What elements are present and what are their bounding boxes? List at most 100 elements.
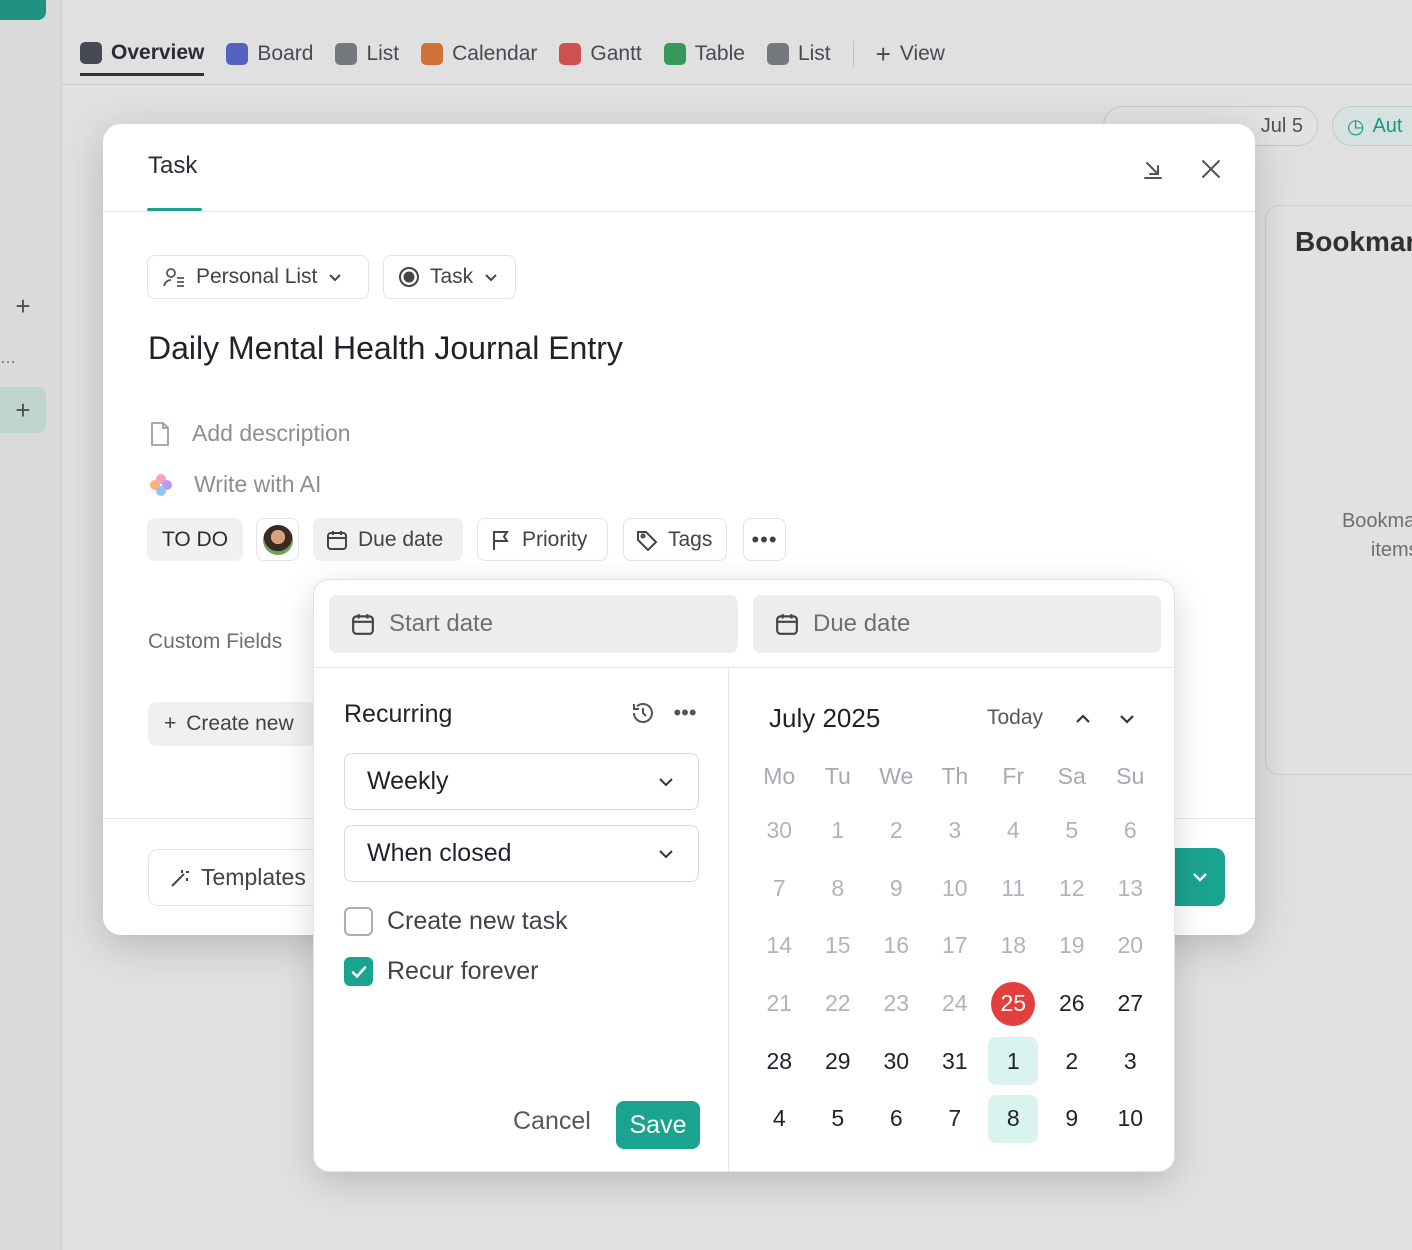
list-selector-label: Personal List (196, 265, 318, 288)
day-number: 3 (948, 817, 962, 844)
calendar-day[interactable]: 7 (926, 1090, 985, 1148)
status-button[interactable]: TO DO (147, 518, 243, 561)
day-number: 19 (1058, 932, 1085, 959)
calendar-day[interactable]: 14 (750, 917, 809, 975)
calendar-day-today[interactable]: 25 (984, 975, 1043, 1033)
calendar-day[interactable]: 9 (867, 860, 926, 918)
weekday-label: We (879, 762, 914, 789)
day-number: 8 (988, 1094, 1039, 1143)
calendar-day[interactable]: 6 (867, 1090, 926, 1148)
day-number: 16 (883, 932, 910, 959)
day-number: 14 (766, 932, 793, 959)
history-icon[interactable] (628, 698, 658, 728)
today-button[interactable]: Today (987, 706, 1043, 730)
calendar-day[interactable]: 2 (867, 802, 926, 860)
calendar-day[interactable]: 28 (750, 1032, 809, 1090)
people-list-icon (163, 268, 184, 287)
calendar-day[interactable]: 8 (984, 1090, 1043, 1148)
modal-header: Task (103, 124, 1255, 212)
day-number: 2 (1065, 1047, 1079, 1074)
calendar-day[interactable]: 11 (984, 860, 1043, 918)
list-selector[interactable]: Personal List (147, 255, 369, 299)
day-number: 13 (1117, 874, 1144, 901)
calendar-day[interactable]: 29 (809, 1032, 868, 1090)
date-picker-popover: Start date Due date Recurring ••• Weekly… (313, 579, 1175, 1172)
calendar-day[interactable]: 24 (926, 975, 985, 1033)
close-icon[interactable] (1196, 154, 1226, 184)
calendar-day[interactable]: 5 (1043, 802, 1102, 860)
calendar-day[interactable]: 27 (1101, 975, 1160, 1033)
day-number: 23 (883, 990, 910, 1017)
calendar-day[interactable]: 10 (1101, 1090, 1160, 1148)
calendar-day[interactable]: 3 (1101, 1032, 1160, 1090)
calendar-day[interactable]: 15 (809, 917, 868, 975)
calendar-day[interactable]: 20 (1101, 917, 1160, 975)
create-task-dropdown-button[interactable] (1174, 848, 1225, 906)
calendar-day[interactable]: 4 (984, 802, 1043, 860)
save-button[interactable]: Save (616, 1101, 700, 1149)
assignee-button[interactable] (256, 518, 299, 561)
add-description-row[interactable]: Add description (148, 420, 351, 447)
calendar-day[interactable]: 8 (809, 860, 868, 918)
day-number: 20 (1117, 932, 1144, 959)
recur-forever-checkbox[interactable] (344, 957, 373, 986)
more-options-button[interactable]: ••• (743, 518, 786, 561)
cancel-button[interactable]: Cancel (513, 1107, 591, 1136)
due-date-field[interactable]: Due date (753, 595, 1161, 653)
calendar-day[interactable]: 16 (867, 917, 926, 975)
due-date-button[interactable]: Due date (313, 518, 463, 561)
create-new-task-option[interactable]: Create new task (344, 907, 568, 936)
calendar-day[interactable]: 19 (1043, 917, 1102, 975)
calendar-week: 14 15 16 17 18 19 20 (750, 917, 1160, 975)
calendar-day[interactable]: 1 (984, 1032, 1043, 1090)
calendar-day[interactable]: 7 (750, 860, 809, 918)
minimize-icon[interactable] (1138, 154, 1168, 184)
calendar-icon (776, 614, 798, 635)
modal-title-tab[interactable]: Task (148, 152, 197, 180)
templates-label: Templates (201, 864, 306, 890)
calendar-day[interactable]: 1 (809, 802, 868, 860)
calendar-day[interactable]: 9 (1043, 1090, 1102, 1148)
start-date-field[interactable]: Start date (329, 595, 738, 653)
write-with-ai-row[interactable]: Write with AI (148, 471, 321, 498)
task-type-selector[interactable]: Task (383, 255, 516, 299)
calendar-day[interactable]: 17 (926, 917, 985, 975)
calendar-day[interactable]: 23 (867, 975, 926, 1033)
calendar-day[interactable]: 3 (926, 802, 985, 860)
previous-month-icon[interactable] (1070, 706, 1096, 732)
calendar-day[interactable]: 12 (1043, 860, 1102, 918)
day-number: 10 (941, 874, 968, 901)
chevron-down-icon (659, 849, 673, 858)
day-number: 3 (1123, 1047, 1137, 1074)
create-new-task-checkbox[interactable] (344, 907, 373, 936)
calendar-day[interactable]: 31 (926, 1032, 985, 1090)
calendar-day[interactable]: 22 (809, 975, 868, 1033)
calendar-day[interactable]: 4 (750, 1090, 809, 1148)
calendar-day[interactable]: 30 (750, 802, 809, 860)
task-type-label: Task (430, 265, 474, 288)
calendar-icon (352, 614, 374, 635)
tags-button[interactable]: Tags (623, 518, 727, 561)
day-number: 31 (941, 1047, 968, 1074)
calendar-day[interactable]: 13 (1101, 860, 1160, 918)
day-number: 1 (831, 817, 845, 844)
frequency-value: Weekly (367, 767, 449, 795)
recurring-title: Recurring (344, 700, 453, 728)
create-custom-field-button[interactable]: + Create new (148, 702, 328, 746)
calendar-day[interactable]: 2 (1043, 1032, 1102, 1090)
calendar-day[interactable]: 6 (1101, 802, 1160, 860)
next-month-icon[interactable] (1114, 706, 1140, 732)
trigger-select[interactable]: When closed (344, 825, 699, 882)
task-title[interactable]: Daily Mental Health Journal Entry (148, 330, 623, 367)
calendar-day[interactable]: 18 (984, 917, 1043, 975)
task-type-icon (399, 267, 419, 287)
calendar-day[interactable]: 26 (1043, 975, 1102, 1033)
calendar-day[interactable]: 10 (926, 860, 985, 918)
recur-forever-option[interactable]: Recur forever (344, 957, 538, 986)
priority-button[interactable]: Priority (477, 518, 608, 561)
calendar-day[interactable]: 30 (867, 1032, 926, 1090)
recurring-more-icon[interactable]: ••• (670, 698, 700, 728)
calendar-day[interactable]: 5 (809, 1090, 868, 1148)
calendar-day[interactable]: 21 (750, 975, 809, 1033)
frequency-select[interactable]: Weekly (344, 753, 699, 810)
